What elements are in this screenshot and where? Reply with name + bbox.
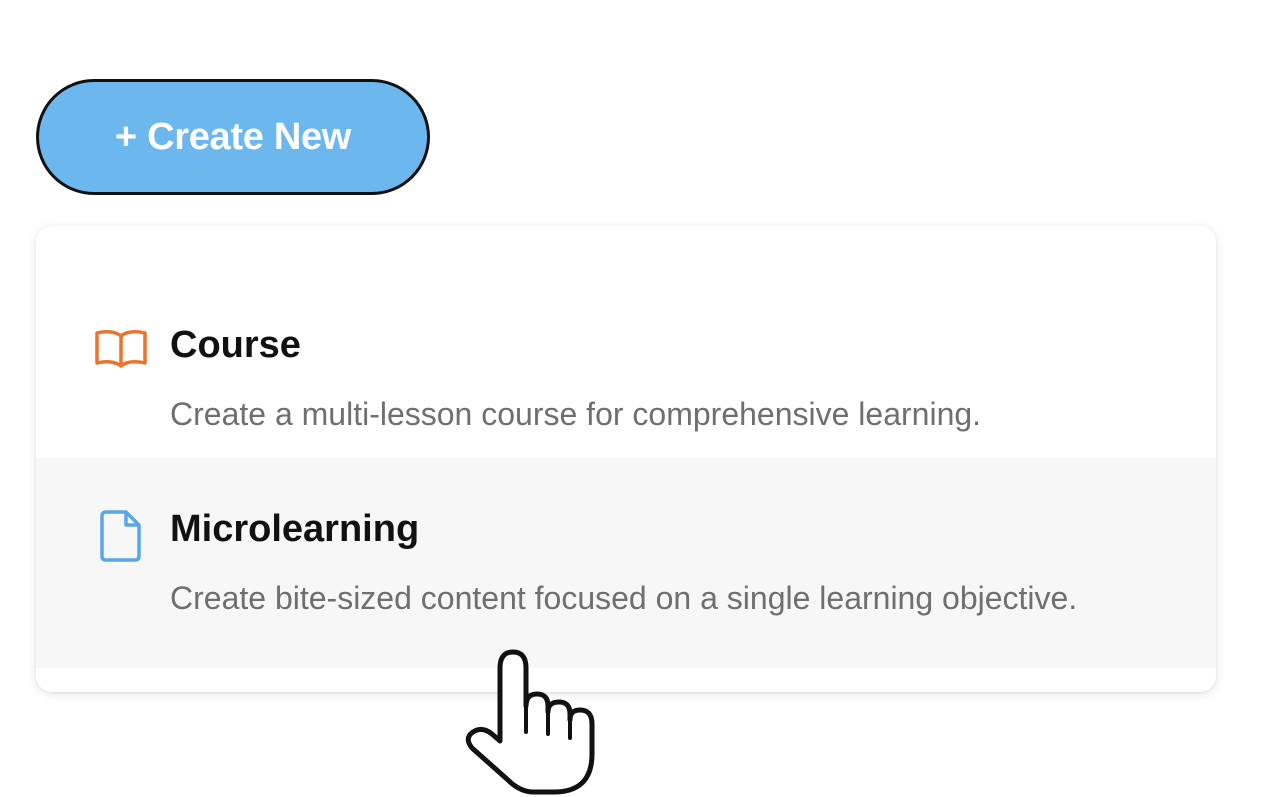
book-open-icon <box>95 330 147 368</box>
menu-item-title: Course <box>170 324 301 366</box>
menu-item-description: Create bite-sized content focused on a s… <box>170 580 1078 616</box>
create-new-dropdown-menu: Course Create a multi-lesson course for … <box>36 226 1216 692</box>
menu-item-description: Create a multi-lesson course for compreh… <box>170 396 982 432</box>
menu-item-course[interactable]: Course Create a multi-lesson course for … <box>36 250 1216 458</box>
hand-pointer-icon <box>465 649 595 795</box>
page: + Create New Course Create a multi-lesso… <box>0 0 1280 797</box>
create-new-button[interactable]: + Create New <box>36 79 430 195</box>
menu-item-microlearning[interactable]: Microlearning Create bite-sized content … <box>36 458 1216 668</box>
document-icon <box>100 510 141 562</box>
menu-item-title: Microlearning <box>170 508 420 550</box>
